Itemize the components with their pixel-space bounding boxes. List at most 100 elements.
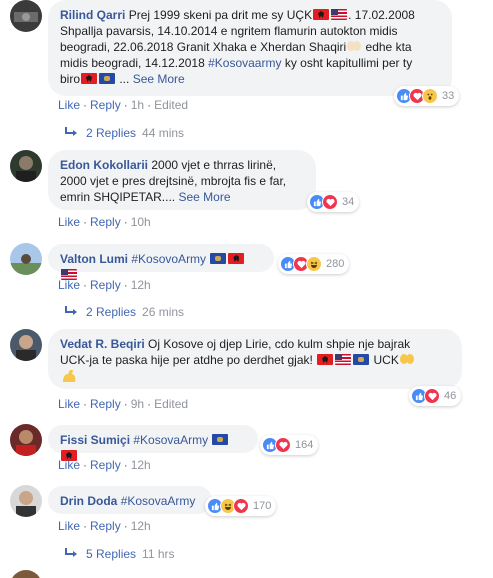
- avatar[interactable]: [10, 243, 42, 275]
- replies-count[interactable]: 2 Replies: [86, 126, 136, 140]
- reply-link[interactable]: Reply: [90, 278, 121, 292]
- wow-reaction-icon: [422, 88, 438, 104]
- love-reaction-icon: [424, 388, 440, 404]
- comment-timestamp[interactable]: 12h: [131, 278, 151, 292]
- reply-link[interactable]: Reply: [90, 215, 121, 229]
- reaction-summary[interactable]: 170: [205, 496, 277, 516]
- comment-timestamp[interactable]: 10h: [131, 215, 151, 229]
- usa-flag-icon: [335, 354, 352, 365]
- comment-text: emrin SHQIPETAR....: [60, 190, 176, 204]
- comment-actions: Like · Reply · 12h: [58, 519, 151, 533]
- comment-text: ky osht kapitullimi per ty: [281, 56, 413, 70]
- comment-timestamp[interactable]: 1h: [131, 98, 144, 112]
- edited-label[interactable]: Edited: [154, 397, 188, 411]
- flexed-biceps-icon: [63, 370, 76, 382]
- like-link[interactable]: Like: [58, 397, 80, 411]
- comment-bubble: Fissi Sumiçi #KosovaArmy: [48, 425, 258, 461]
- reaction-summary[interactable]: 46: [409, 386, 462, 406]
- comment-bubble: Rilind Qarri Prej 1999 skeni pa drit me …: [48, 0, 452, 96]
- kosovo-flag-icon: [353, 354, 370, 365]
- comment-timestamp[interactable]: 12h: [131, 519, 151, 533]
- view-replies-link[interactable]: 2 Replies 44 mins: [64, 126, 184, 140]
- comment-author[interactable]: Rilind Qarri: [60, 8, 125, 22]
- hashtag-link[interactable]: #KosovaArmy: [133, 433, 208, 447]
- like-link[interactable]: Like: [58, 215, 80, 229]
- comment-text: biro: [60, 72, 81, 86]
- comment-text: Shpallja pavarsis, 14.10.2014 e ngritem …: [60, 24, 398, 38]
- replies-time: 26 mins: [142, 305, 185, 319]
- replies-count[interactable]: 2 Replies: [86, 305, 136, 319]
- comment-bubble: Drin Doda #KosovaArmy: [48, 486, 212, 514]
- comment-text: Prej 1999 skeni pa drit me sy UÇK: [128, 8, 313, 22]
- comment-actions: Like · Reply · 1h · Edited: [58, 98, 189, 112]
- reply-arrow-icon: [65, 127, 77, 136]
- albania-flag-icon: [228, 253, 245, 264]
- edited-label[interactable]: Edited: [154, 98, 188, 112]
- reaction-summary[interactable]: 280: [278, 254, 350, 274]
- avatar[interactable]: [10, 424, 42, 456]
- comment-actions: Like · Reply · 12h: [58, 278, 151, 292]
- replies-time: 11 hrs: [142, 547, 175, 561]
- avatar[interactable]: [10, 329, 42, 361]
- like-link[interactable]: Like: [58, 278, 80, 292]
- albania-flag-icon: [313, 9, 330, 20]
- hashtag-link[interactable]: #KosovoArmy: [131, 252, 206, 266]
- hashtag-link[interactable]: #Kosovaarmy: [208, 56, 281, 70]
- kosovo-flag-icon: [212, 434, 229, 445]
- comment-text: UCK-ja te paska hije per atdhe po derdhe…: [60, 353, 313, 367]
- albania-flag-icon: [317, 354, 334, 365]
- reply-link[interactable]: Reply: [90, 519, 121, 533]
- reply-link[interactable]: Reply: [90, 458, 121, 472]
- love-reaction-icon: [322, 194, 338, 210]
- comment-bubble: Valton Lumi #KosovoArmy: [48, 244, 274, 280]
- comment-text: . 17.02.2008: [348, 8, 415, 22]
- replies-count[interactable]: 5 Replies: [86, 547, 136, 561]
- view-replies-link[interactable]: 2 Replies 26 mins: [64, 305, 184, 319]
- reaction-count: 33: [442, 90, 455, 102]
- comment-text: beogradi, 22.06.2018 Granit Xhaka e Xher…: [60, 40, 347, 54]
- reaction-count: 280: [326, 258, 345, 270]
- comment-author[interactable]: Drin Doda: [60, 494, 117, 508]
- like-link[interactable]: Like: [58, 458, 80, 472]
- albania-flag-icon: [81, 73, 98, 84]
- avatar[interactable]: [10, 485, 42, 517]
- comment-author[interactable]: Valton Lumi: [60, 252, 128, 266]
- love-reaction-icon: [233, 498, 249, 514]
- reply-arrow-icon: [65, 306, 77, 315]
- comment-text: Oj Kosove oj djep Lirie, cdo kulm shpie …: [148, 337, 411, 351]
- comment-timestamp[interactable]: 12h: [131, 458, 151, 472]
- comment-bubble: Edon Kokollarii 2000 vjet e thrras lirin…: [48, 150, 316, 210]
- reply-link[interactable]: Reply: [90, 98, 121, 112]
- see-more-link[interactable]: See More: [133, 72, 185, 86]
- avatar[interactable]: [10, 570, 42, 578]
- comment-text: 2000 vjet e thrras lirinë,: [151, 158, 277, 172]
- hashtag-link[interactable]: #KosovaArmy: [121, 494, 196, 508]
- comment-actions: Like · Reply · 9h · Edited: [58, 397, 189, 411]
- comment-author[interactable]: Edon Kokollarii: [60, 158, 148, 172]
- comment-author[interactable]: Fissi Sumiçi: [60, 433, 130, 447]
- avatar[interactable]: [10, 0, 42, 32]
- comment-actions: Like · Reply · 12h: [58, 458, 151, 472]
- kosovo-flag-icon: [210, 253, 227, 264]
- comment-actions: Like · Reply · 10h: [58, 215, 151, 229]
- see-more-link[interactable]: See More: [178, 190, 230, 204]
- reaction-summary[interactable]: 33: [394, 86, 460, 106]
- comment-text: UCK: [373, 353, 399, 367]
- comment-text: 2000 vjet e pres drejtsinë, mbrojta fis …: [60, 174, 287, 188]
- avatar[interactable]: [10, 150, 42, 182]
- like-link[interactable]: Like: [58, 519, 80, 533]
- comment-text: midis beogradi, 14.12.2018: [60, 56, 209, 70]
- view-replies-link[interactable]: 5 Replies 11 hrs: [64, 547, 175, 561]
- reply-link[interactable]: Reply: [90, 397, 121, 411]
- reaction-count: 170: [253, 500, 272, 512]
- reaction-count: 34: [342, 196, 355, 208]
- reaction-summary[interactable]: 164: [260, 435, 319, 455]
- comment-author[interactable]: Vedat R. Beqiri: [60, 337, 145, 351]
- love-reaction-icon: [275, 437, 291, 453]
- folded-hands-icon: [399, 354, 414, 364]
- comment-text: edhe kta: [362, 40, 412, 54]
- like-link[interactable]: Like: [58, 98, 80, 112]
- haha-reaction-icon: [306, 256, 322, 272]
- comment-timestamp[interactable]: 9h: [131, 397, 144, 411]
- reaction-summary[interactable]: 34: [307, 192, 360, 212]
